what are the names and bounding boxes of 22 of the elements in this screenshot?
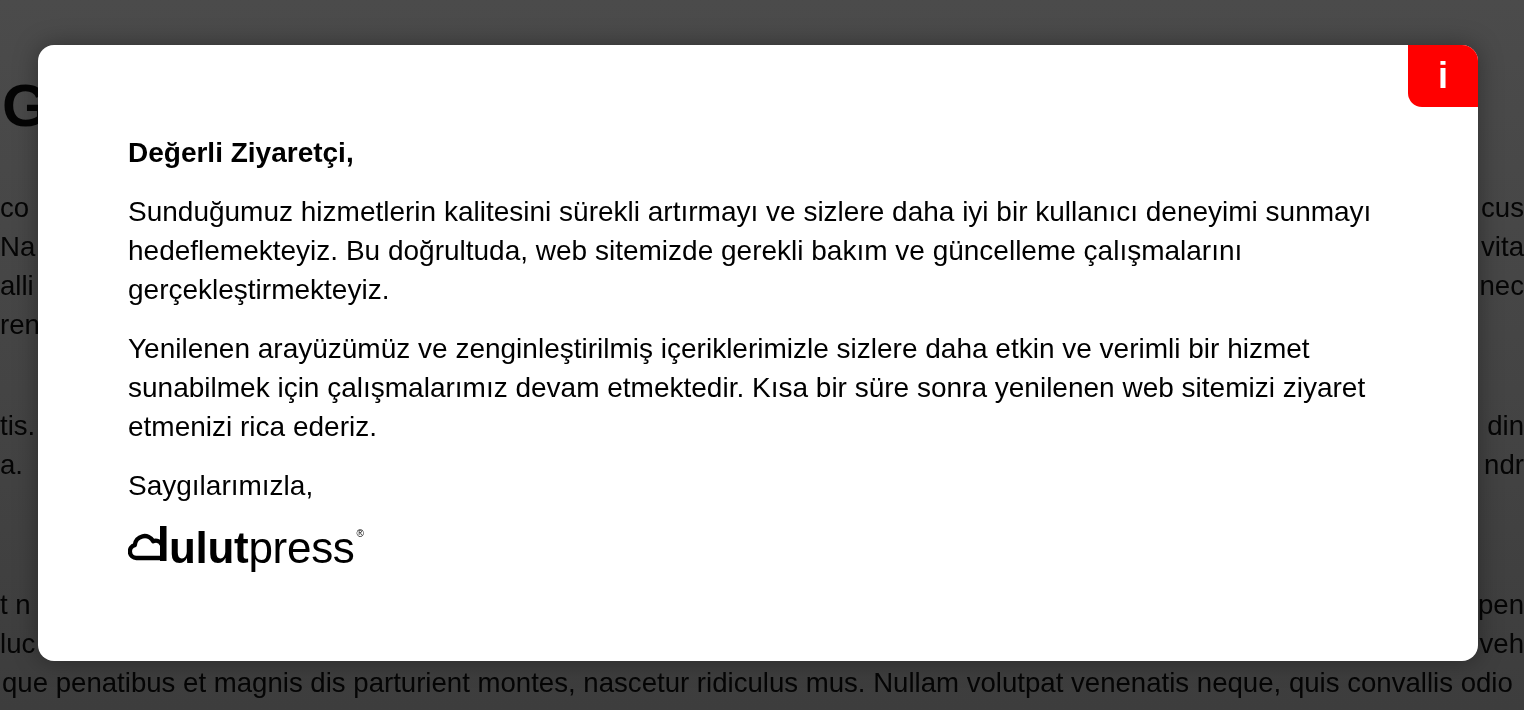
logo-text: ulutpress$^{®}$ <box>169 525 364 571</box>
background-text: Na <box>0 230 36 264</box>
cloud-logo-icon <box>128 526 169 561</box>
background-text: veh <box>1479 627 1524 661</box>
background-text: tis. <box>0 409 36 443</box>
background-text: luc <box>0 627 36 661</box>
message-paragraph: Yenilenen arayüzümüz ve zenginleştirilmiş içeriklerimizle sizlere daha etkin ve verimli bir hizmet sunabilmek için çalışmalarımız devam etmektedir. Kısa bir süre sonra yenilenen web sitemizi ziyaret etmenizi rica ederiz. <box>128 332 1367 444</box>
background-text: cus <box>1481 191 1524 225</box>
message-paragraph: Sunduğumuz hizmetlerin kalitesini sürekli artırmayı ve sizlere daha iyi bir kullanıcı deneyimi sunmayı hedeflemekteyiz. Bu doğrultuda, web sitemizde gerekli bakım ve güncelleme çalışmalarını gerçekleştirmekteyiz. <box>128 195 1373 307</box>
background-text: nec <box>1479 269 1524 303</box>
background-text: ndr <box>1484 448 1524 482</box>
background-text: co <box>0 191 30 225</box>
background-text: t n <box>0 588 31 622</box>
background-text: ren <box>0 308 40 342</box>
background-text: que penatibus et magnis dis parturient montes, nascetur ridiculus mus. Nullam volutpat venenatis neque, quis convallis odio <box>2 666 1513 700</box>
background-text: alli <box>0 269 34 303</box>
background-text: a. <box>0 448 23 482</box>
background-text: din <box>1487 409 1524 443</box>
greeting-text: Değerli Ziyaretçi, <box>128 136 354 170</box>
background-text: vita <box>1481 230 1524 264</box>
closing-text: Saygılarımızla, <box>128 469 314 503</box>
background-text: pen <box>1477 588 1524 622</box>
